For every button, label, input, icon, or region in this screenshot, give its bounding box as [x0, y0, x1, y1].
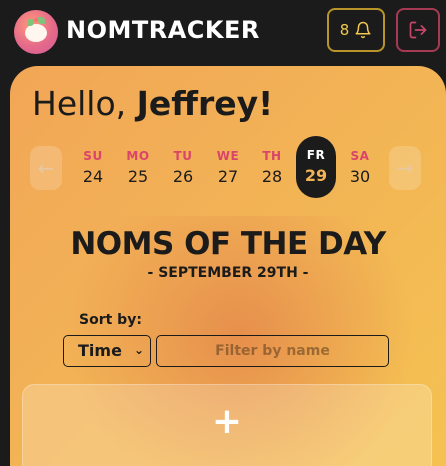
day-thursday[interactable]: TH 28: [252, 144, 292, 194]
next-week-button[interactable]: →: [389, 146, 421, 190]
day-wednesday[interactable]: WE 27: [208, 144, 248, 194]
main-panel: Hello, Jeffrey! ← SU 24 MO 25 TU 26 WE 2…: [10, 66, 446, 466]
chevron-down-icon: ⌄: [133, 343, 144, 357]
filter-input[interactable]: [156, 335, 389, 367]
plus-icon: +: [211, 401, 243, 442]
noms-date: - SEPTEMBER 29TH -: [147, 265, 309, 281]
prev-week-button[interactable]: ←: [30, 146, 62, 190]
greeting: Hello, Jeffrey!: [32, 84, 274, 123]
sort-select[interactable]: Time ⌄: [63, 335, 151, 367]
app-title: NOMTRACKER: [66, 16, 260, 44]
day-monday[interactable]: MO 25: [118, 144, 158, 194]
app-header: NOMTRACKER 8: [0, 0, 446, 66]
notification-count: 8: [339, 21, 350, 39]
user-name: Jeffrey!: [136, 84, 274, 123]
notifications-button[interactable]: 8: [327, 8, 385, 52]
day-tuesday[interactable]: TU 26: [163, 144, 203, 194]
logout-button[interactable]: [396, 8, 440, 52]
nomtracker-logo-icon: [14, 10, 58, 54]
day-friday-selected[interactable]: FR 29: [296, 136, 336, 198]
bell-icon: [355, 21, 371, 39]
noms-title: NOMS OF THE DAY: [70, 226, 386, 262]
arrow-right-icon: →: [396, 156, 414, 180]
day-saturday[interactable]: SA 30: [340, 144, 380, 194]
sort-label: Sort by:: [79, 312, 142, 328]
day-sunday[interactable]: SU 24: [73, 144, 113, 194]
arrow-left-icon: ←: [37, 156, 55, 180]
add-nom-button[interactable]: +: [22, 384, 432, 466]
logout-icon: [409, 21, 427, 39]
